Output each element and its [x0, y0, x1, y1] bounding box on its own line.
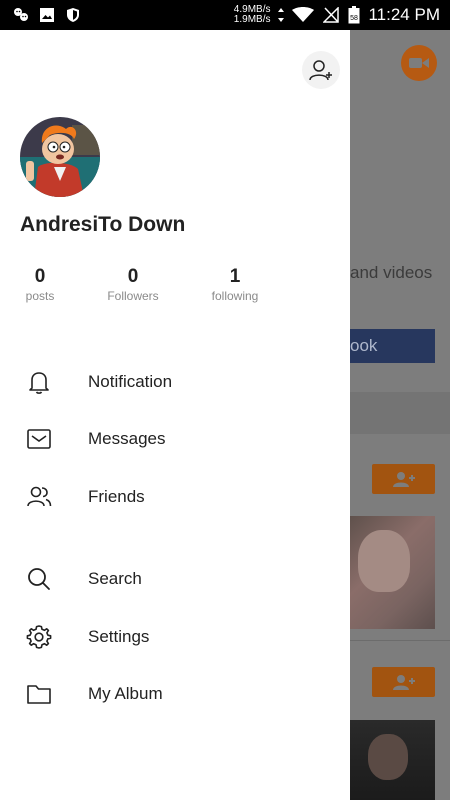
shield-icon	[64, 6, 82, 24]
background-photo	[350, 516, 435, 629]
background-divider-line	[350, 640, 450, 641]
background-facebook-button: ook	[350, 329, 435, 363]
background-add-friend-button	[372, 667, 435, 697]
gallery-icon	[38, 6, 56, 24]
menu-item-notification[interactable]: Notification	[0, 360, 350, 404]
add-user-icon	[309, 60, 332, 81]
navigation-drawer: AndresiTo Down 0 posts 0 Followers 1 fol…	[0, 30, 350, 800]
envelope-icon	[26, 426, 52, 452]
menu-item-friends[interactable]: Friends	[0, 475, 350, 519]
wifi-icon	[292, 6, 315, 24]
stat-count: 1	[229, 266, 241, 287]
background-photo	[350, 720, 435, 800]
background-divider	[350, 392, 450, 434]
stat-label: following	[211, 289, 259, 303]
background-add-friend-button	[372, 464, 435, 494]
menu-item-label: Search	[88, 569, 142, 588]
status-bar: 4.9MB/s 1.9MB/s 58 11:24 PM	[0, 0, 450, 30]
svg-text:58: 58	[351, 15, 359, 22]
stat-label: Followers	[107, 289, 159, 303]
data-arrows-icon	[278, 6, 285, 24]
menu-item-messages[interactable]: Messages	[0, 417, 350, 461]
status-clock: 11:24 PM	[368, 5, 440, 24]
battery-icon: 58	[348, 6, 360, 24]
menu-item-label: Messages	[88, 429, 166, 448]
folder-icon	[26, 681, 52, 707]
background-text: and videos	[350, 263, 433, 282]
stat-label: posts	[25, 289, 55, 303]
profile-username: AndresiTo Down	[20, 213, 186, 236]
net-down-speed: 1.9MB/s	[233, 14, 271, 25]
menu-item-label: Settings	[88, 627, 150, 646]
add-friend-button[interactable]	[302, 51, 340, 89]
bell-icon	[26, 369, 52, 395]
video-camera-icon	[401, 45, 437, 81]
search-icon	[26, 566, 52, 592]
menu-item-search[interactable]: Search	[0, 557, 350, 601]
people-icon	[26, 484, 52, 510]
stat-followers[interactable]: 0 Followers	[107, 266, 158, 303]
stat-count: 0	[127, 266, 139, 287]
wechat-icon	[12, 6, 30, 24]
stat-posts[interactable]: 0 posts	[26, 266, 55, 303]
network-speed: 4.9MB/s 1.9MB/s	[234, 5, 271, 25]
menu-item-label: My Album	[88, 684, 163, 703]
gear-icon	[26, 624, 52, 650]
menu-item-label: Friends	[88, 487, 145, 506]
stat-count: 0	[34, 266, 46, 287]
menu-item-label: Notification	[88, 372, 173, 391]
stat-following[interactable]: 1 following	[212, 266, 259, 303]
avatar[interactable]	[20, 117, 100, 197]
profile-stats: 0 posts 0 Followers 1 following	[0, 266, 350, 306]
menu-item-settings[interactable]: Settings	[0, 615, 350, 659]
no-signal-icon	[322, 6, 340, 24]
menu-item-my-album[interactable]: My Album	[0, 672, 350, 716]
